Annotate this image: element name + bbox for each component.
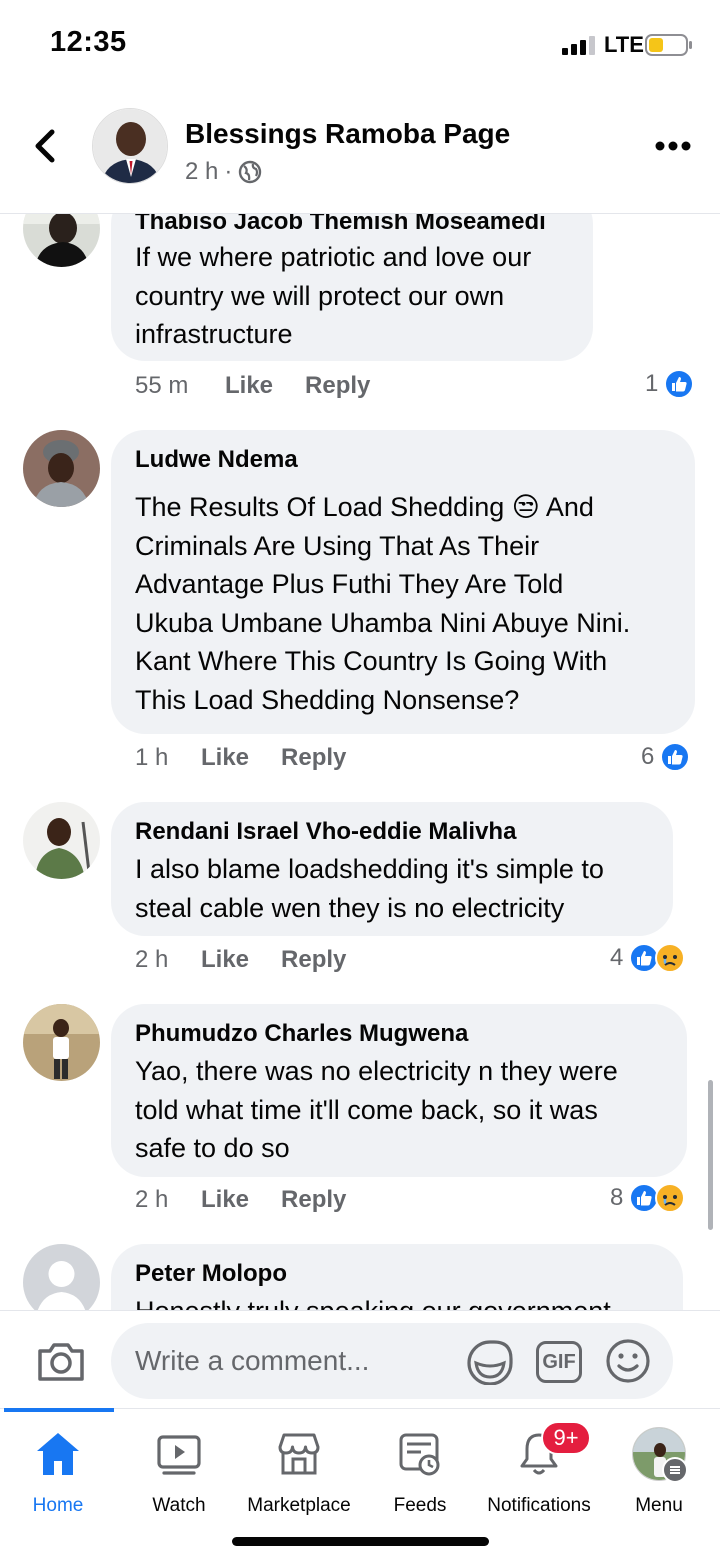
meta-separator: · bbox=[224, 158, 233, 185]
back-arrow-icon[interactable] bbox=[26, 126, 66, 166]
page-avatar[interactable] bbox=[92, 108, 168, 184]
status-bar: 12:35 LTE bbox=[0, 0, 720, 90]
sad-reaction-icon bbox=[655, 943, 686, 973]
comment-text: Honestly truly speaking our government bbox=[135, 1292, 611, 1310]
post-header: Blessings Ramoba Page 2 h · bbox=[0, 90, 720, 214]
comment-bubble[interactable]: Thabiso Jacob Themish Moseamedi If we wh… bbox=[111, 214, 593, 361]
comment-time: 2 h bbox=[135, 1186, 169, 1213]
reaction-count: 4 bbox=[610, 944, 624, 971]
network-label: LTE bbox=[604, 32, 644, 57]
like-button[interactable]: Like bbox=[201, 1186, 249, 1214]
commenter-avatar[interactable] bbox=[23, 430, 100, 507]
active-tab-indicator bbox=[4, 1408, 114, 1412]
comment-author[interactable]: Phumudzo Charles Mugwena bbox=[135, 1020, 468, 1048]
camera-icon[interactable] bbox=[36, 1339, 86, 1383]
home-indicator bbox=[232, 1537, 489, 1546]
tab-feeds[interactable]: Feeds bbox=[360, 1429, 480, 1517]
signal-icon bbox=[562, 36, 595, 55]
like-button[interactable]: Like bbox=[225, 372, 273, 400]
battery-icon bbox=[645, 34, 692, 56]
globe-icon bbox=[239, 160, 262, 184]
comment-author[interactable]: Rendani Israel Vho-eddie Malivha bbox=[135, 818, 516, 846]
scrollbar[interactable] bbox=[708, 1080, 713, 1230]
sad-reaction-icon bbox=[655, 1183, 686, 1213]
comment-actions: 55 m Like Reply bbox=[135, 372, 370, 400]
reaction-summary[interactable]: 4 bbox=[610, 943, 686, 973]
like-button[interactable]: Like bbox=[201, 744, 249, 772]
notification-badge: 9+ bbox=[541, 1421, 591, 1455]
commenter-avatar[interactable] bbox=[23, 1244, 100, 1310]
tab-home[interactable]: Home bbox=[0, 1429, 118, 1517]
home-icon bbox=[37, 1433, 79, 1475]
comment-author[interactable]: Peter Molopo bbox=[135, 1260, 287, 1288]
like-reaction-icon bbox=[664, 369, 695, 399]
comment-text: Yao, there was no electricity n they wer… bbox=[135, 1056, 618, 1163]
comment-actions: 2 h Like Reply bbox=[135, 946, 346, 974]
comment-time: 2 h bbox=[135, 946, 169, 973]
reply-button[interactable]: Reply bbox=[305, 372, 370, 400]
comment-author[interactable]: Ludwe Ndema bbox=[135, 446, 298, 474]
reply-button[interactable]: Reply bbox=[281, 744, 346, 772]
like-reaction-icon bbox=[660, 742, 691, 772]
commenter-avatar[interactable] bbox=[23, 1004, 100, 1081]
more-options-icon[interactable] bbox=[655, 140, 691, 152]
comment-time: 1 h bbox=[135, 744, 169, 771]
comment-bubble[interactable]: Phumudzo Charles Mugwena Yao, there was … bbox=[111, 1004, 687, 1177]
tab-label: Home bbox=[32, 1495, 84, 1516]
feeds-icon bbox=[399, 1433, 440, 1476]
comment-bubble[interactable]: Rendani Israel Vho-eddie Malivha I also … bbox=[111, 802, 673, 936]
tab-watch[interactable]: Watch bbox=[119, 1429, 239, 1517]
watch-icon bbox=[157, 1435, 201, 1475]
comment-input[interactable] bbox=[111, 1323, 673, 1399]
comment-composer: GIF bbox=[0, 1310, 720, 1408]
comment-text: If we where patriotic and love our count… bbox=[135, 242, 532, 349]
marketplace-icon bbox=[278, 1433, 320, 1475]
post-time: 2 h bbox=[185, 158, 219, 185]
comments-list[interactable]: Thabiso Jacob Themish Moseamedi If we wh… bbox=[0, 214, 720, 1310]
reaction-count: 6 bbox=[641, 743, 655, 770]
comment-actions: 2 h Like Reply bbox=[135, 1186, 346, 1214]
comment-text: The Results Of Load Shedding 😒 And Crimi… bbox=[135, 492, 631, 715]
tab-label: Watch bbox=[152, 1495, 206, 1516]
comment-text: I also blame loadshedding it's simple to… bbox=[135, 854, 604, 923]
comment-actions: 1 h Like Reply bbox=[135, 744, 346, 772]
comment-time: 55 m bbox=[135, 372, 189, 399]
reply-button[interactable]: Reply bbox=[281, 946, 346, 974]
reaction-summary[interactable]: 1 bbox=[645, 369, 695, 399]
commenter-avatar[interactable] bbox=[23, 214, 100, 267]
bottom-tab-bar: Home Watch Marketplace Feeds Notificatio… bbox=[0, 1408, 720, 1559]
reaction-count: 8 bbox=[610, 1184, 624, 1211]
commenter-avatar[interactable] bbox=[23, 802, 100, 879]
tab-label: Feeds bbox=[393, 1495, 447, 1516]
gif-button[interactable]: GIF bbox=[536, 1341, 582, 1383]
post-meta: 2 h · bbox=[185, 158, 262, 186]
menu-settings-icon bbox=[662, 1457, 688, 1483]
comment-author[interactable]: Thabiso Jacob Themish Moseamedi bbox=[135, 214, 546, 236]
status-time: 12:35 bbox=[50, 26, 127, 58]
reaction-count: 1 bbox=[645, 370, 659, 397]
emoji-icon[interactable] bbox=[605, 1338, 651, 1384]
tab-marketplace[interactable]: Marketplace bbox=[239, 1429, 359, 1517]
tab-label: Notifications bbox=[487, 1495, 591, 1516]
reaction-summary[interactable]: 6 bbox=[641, 742, 691, 772]
like-button[interactable]: Like bbox=[201, 946, 249, 974]
reply-button[interactable]: Reply bbox=[281, 1186, 346, 1214]
reaction-summary[interactable]: 8 bbox=[610, 1183, 686, 1213]
sticker-icon[interactable] bbox=[466, 1339, 514, 1385]
tab-label: Marketplace bbox=[247, 1495, 351, 1516]
comment-bubble[interactable]: Peter Molopo Honestly truly speaking our… bbox=[111, 1244, 683, 1310]
comment-bubble[interactable]: Ludwe Ndema The Results Of Load Shedding… bbox=[111, 430, 695, 734]
tab-label: Menu bbox=[635, 1495, 683, 1516]
page-title[interactable]: Blessings Ramoba Page bbox=[185, 118, 510, 150]
